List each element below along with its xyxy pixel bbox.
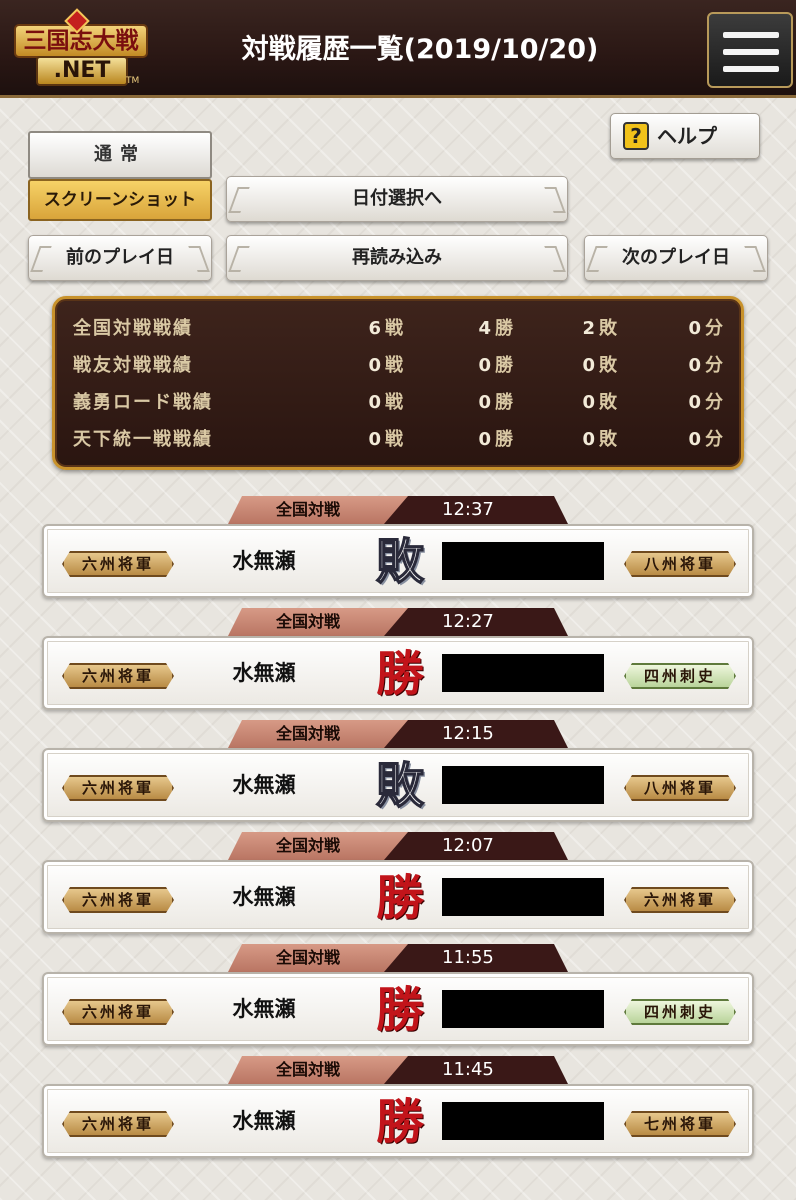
stat-draws: 0分 [688, 392, 723, 413]
player-name: 水無瀬 [232, 885, 296, 909]
stat-draws: 0分 [688, 355, 723, 376]
battle-header: 全国対戦 12:27 [228, 608, 568, 636]
site-logo[interactable]: 三国志大戦 .NET TM [8, 8, 148, 92]
player-name: 水無瀬 [232, 661, 296, 685]
battle-time: 12:27 [384, 608, 568, 636]
menu-bar-icon [723, 49, 779, 55]
mode-normal-button[interactable]: 通常 [28, 131, 212, 179]
stat-row-friend: 戦友対戦戦績 0戦 0勝 0敗 0分 [55, 348, 747, 384]
battle-mode-label: 全国対戦 [228, 944, 408, 972]
stat-row-volunteer-road: 義勇ロード戦績 0戦 0勝 0敗 0分 [55, 385, 747, 421]
stat-losses: 0敗 [582, 392, 617, 413]
battle-header: 全国対戦 12:07 [228, 832, 568, 860]
battle-entry[interactable]: 六州将軍 水無瀬 勝 四州刺史 [42, 636, 754, 710]
battle-time: 12:15 [384, 720, 568, 748]
player-name: 水無瀬 [232, 773, 296, 797]
stat-battles: 0戦 [368, 429, 403, 450]
stat-row-unification: 天下統一戦戦績 0戦 0勝 0敗 0分 [55, 422, 747, 458]
player-name: 水無瀬 [232, 997, 296, 1021]
menu-bar-icon [723, 66, 779, 72]
stat-wins: 4勝 [478, 318, 513, 339]
stat-label: 天下統一戦戦績 [73, 429, 213, 450]
result-win-mark: 勝 [375, 870, 424, 926]
opponent-rank-badge: 四州刺史 [624, 999, 736, 1025]
battle-mode-label: 全国対戦 [228, 832, 408, 860]
menu-bar-icon [723, 32, 779, 38]
opponent-rank-badge: 七州将軍 [624, 1111, 736, 1137]
result-win-mark: 勝 [375, 646, 424, 702]
battle-header: 全国対戦 12:15 [228, 720, 568, 748]
battle-mode-label: 全国対戦 [228, 496, 408, 524]
battle-entry[interactable]: 六州将軍 水無瀬 敗 八州将軍 [42, 748, 754, 822]
app-header: 三国志大戦 .NET TM 対戦履歴一覧(2019/10/20) [0, 0, 796, 98]
battle-record-summary: 全国対戦戦績 6戦 4勝 2敗 0分 戦友対戦戦績 0戦 0勝 0敗 0分 義勇… [52, 296, 744, 470]
result-win-mark: 勝 [375, 982, 424, 1038]
battle-header: 全国対戦 11:55 [228, 944, 568, 972]
reload-button[interactable]: 再読み込み [226, 235, 568, 281]
stat-wins: 0勝 [478, 355, 513, 376]
mode-screenshot-button[interactable]: スクリーンショット [28, 179, 212, 221]
stat-label: 全国対戦戦績 [73, 318, 193, 339]
stat-draws: 0分 [688, 429, 723, 450]
battle-time: 12:07 [384, 832, 568, 860]
stat-label: 義勇ロード戦績 [73, 392, 213, 413]
page-title: 対戦履歴一覧(2019/10/20) [241, 34, 599, 65]
stat-battles: 6戦 [368, 318, 403, 339]
player-rank-badge: 六州将軍 [62, 775, 174, 801]
result-lose-mark: 敗 [375, 757, 425, 815]
battle-entry[interactable]: 六州将軍 水無瀬 敗 八州将軍 [42, 524, 754, 598]
help-question-icon: ? [623, 122, 649, 150]
stat-losses: 0敗 [582, 429, 617, 450]
opponent-rank-badge: 八州将軍 [624, 775, 736, 801]
battle-entry[interactable]: 六州将軍 水無瀬 勝 四州刺史 [42, 972, 754, 1046]
opponent-name-redacted [442, 1102, 604, 1140]
stat-label: 戦友対戦戦績 [73, 355, 193, 376]
logo-trademark: TM [126, 76, 140, 86]
battle-header: 全国対戦 11:45 [228, 1056, 568, 1084]
stat-wins: 0勝 [478, 429, 513, 450]
player-rank-badge: 六州将軍 [62, 663, 174, 689]
battle-time: 11:45 [384, 1056, 568, 1084]
opponent-name-redacted [442, 542, 604, 580]
result-lose-mark: 敗 [375, 533, 425, 591]
result-win-mark: 勝 [375, 1094, 424, 1150]
player-name: 水無瀬 [232, 1109, 296, 1133]
opponent-rank-badge: 八州将軍 [624, 551, 736, 577]
battle-entry[interactable]: 六州将軍 水無瀬 勝 六州将軍 [42, 860, 754, 934]
opponent-name-redacted [442, 766, 604, 804]
player-rank-badge: 六州将軍 [62, 1111, 174, 1137]
stat-battles: 0戦 [368, 392, 403, 413]
battle-time: 11:55 [384, 944, 568, 972]
stat-losses: 0敗 [582, 355, 617, 376]
battle-mode-label: 全国対戦 [228, 1056, 408, 1084]
prev-day-button[interactable]: 前のプレイ日 [28, 235, 212, 281]
battle-entry[interactable]: 六州将軍 水無瀬 勝 七州将軍 [42, 1084, 754, 1158]
stat-draws: 0分 [688, 318, 723, 339]
player-rank-badge: 六州将軍 [62, 551, 174, 577]
stat-wins: 0勝 [478, 392, 513, 413]
player-name: 水無瀬 [232, 549, 296, 573]
help-label: ヘルプ [657, 124, 717, 148]
stat-losses: 2敗 [582, 318, 617, 339]
battle-mode-label: 全国対戦 [228, 608, 408, 636]
help-button[interactable]: ? ヘルプ [610, 113, 760, 159]
opponent-name-redacted [442, 878, 604, 916]
battle-time: 12:37 [384, 496, 568, 524]
stat-row-national: 全国対戦戦績 6戦 4勝 2敗 0分 [55, 311, 747, 347]
player-rank-badge: 六州将軍 [62, 887, 174, 913]
battle-header: 全国対戦 12:37 [228, 496, 568, 524]
stat-battles: 0戦 [368, 355, 403, 376]
opponent-name-redacted [442, 990, 604, 1028]
opponent-rank-badge: 六州将軍 [624, 887, 736, 913]
player-rank-badge: 六州将軍 [62, 999, 174, 1025]
next-day-button[interactable]: 次のプレイ日 [584, 235, 768, 281]
opponent-rank-badge: 四州刺史 [624, 663, 736, 689]
battle-mode-label: 全国対戦 [228, 720, 408, 748]
logo-sub-text: .NET [36, 56, 128, 86]
opponent-name-redacted [442, 654, 604, 692]
date-select-button[interactable]: 日付選択へ [226, 176, 568, 222]
hamburger-menu-button[interactable] [707, 12, 793, 88]
